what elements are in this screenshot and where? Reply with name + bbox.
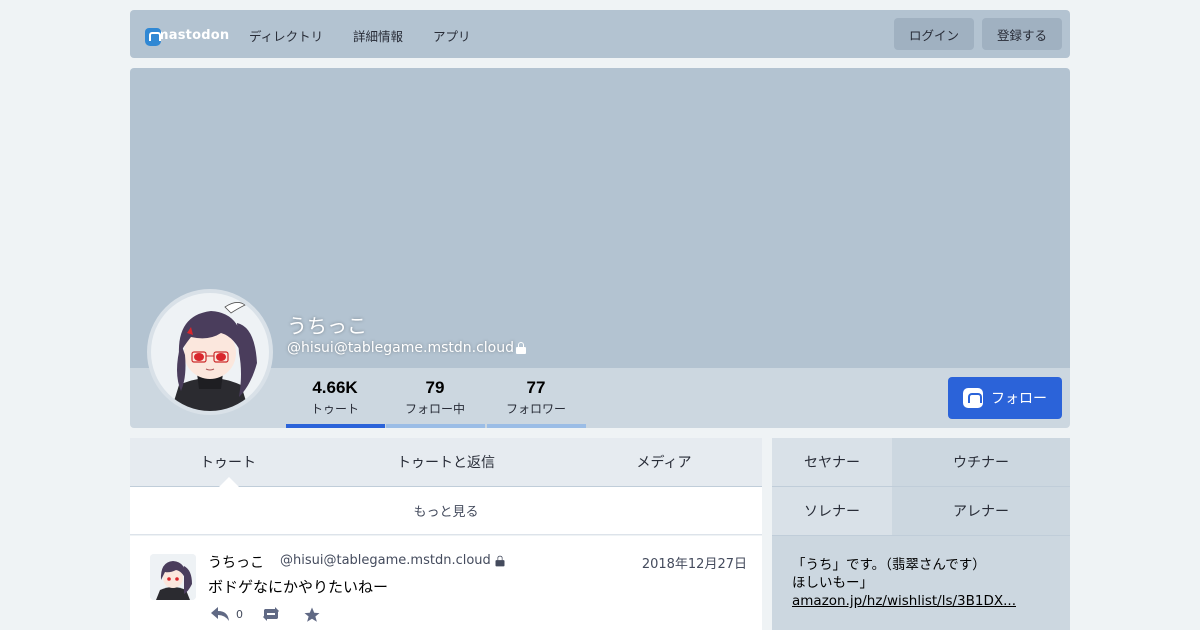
status-display-name[interactable]: うちっこ bbox=[208, 552, 264, 572]
boost-button[interactable] bbox=[261, 606, 281, 622]
bio-line: ほしいもー」 bbox=[792, 575, 873, 591]
lock-icon bbox=[495, 555, 505, 566]
counter-following-underline bbox=[386, 424, 485, 428]
profile-acct: @hisui@tablegame.mstdn.cloud bbox=[287, 340, 526, 356]
profile-bio: 「うち」です。（翡翠さんです） ほしいもー」 amazon.jp/hz/wish… bbox=[772, 536, 1070, 630]
profile-display-name: うちっこ bbox=[287, 314, 367, 338]
counter-toots-underline bbox=[286, 424, 385, 428]
profile-stats-bar bbox=[130, 368, 1070, 428]
star-icon bbox=[304, 607, 320, 622]
profile-acct-text: @hisui@tablegame.mstdn.cloud bbox=[287, 340, 514, 356]
tab-media[interactable]: メディア bbox=[566, 438, 762, 486]
profile-header-image bbox=[130, 68, 1070, 368]
status-acct[interactable]: @hisui@tablegame.mstdn.cloud bbox=[280, 553, 505, 568]
counter-followers-label: フォロワー bbox=[505, 402, 566, 416]
avatar-illustration bbox=[151, 293, 269, 411]
status-content: ボドゲなにかやりたいねー bbox=[208, 578, 389, 596]
counter-followers-value: 77 bbox=[526, 378, 546, 397]
load-more-button[interactable]: もっと見る bbox=[130, 487, 762, 535]
profile-field-value: アレナー bbox=[892, 487, 1070, 536]
profile-field-name: セヤナー bbox=[772, 438, 892, 487]
mastodon-logo[interactable]: mastodon bbox=[145, 24, 229, 46]
top-navigation-bar: mastodon ディレクトリ 詳細情報 アプリ ログイン 登録する bbox=[130, 10, 1070, 58]
mastodon-logo-icon bbox=[145, 28, 161, 46]
status-avatar-illustration bbox=[150, 554, 196, 600]
follow-button-label: フォロー bbox=[991, 391, 1047, 407]
counter-following-value: 79 bbox=[425, 378, 445, 397]
counter-toots[interactable]: 4.66K トゥート bbox=[285, 378, 385, 417]
counter-following-label: フォロー中 bbox=[404, 402, 465, 416]
counter-followers[interactable]: 77 フォロワー bbox=[486, 378, 586, 417]
bio-line: 「うち」です。（翡翠さんです） bbox=[792, 557, 986, 573]
boost-icon bbox=[263, 607, 279, 621]
nav-link-apps[interactable]: アプリ bbox=[433, 26, 471, 45]
profile-field-value: ウチナー bbox=[892, 438, 1070, 487]
counter-followers-underline bbox=[487, 424, 586, 428]
mastodon-icon bbox=[963, 388, 983, 408]
status-date[interactable]: 2018年12月27日 bbox=[642, 553, 747, 572]
favourite-button[interactable] bbox=[303, 606, 321, 624]
reply-icon bbox=[211, 607, 229, 621]
logo-text: mastodon bbox=[155, 27, 230, 43]
profile-field-name: ソレナー bbox=[772, 487, 892, 536]
status-avatar[interactable] bbox=[150, 554, 196, 600]
login-button[interactable]: ログイン bbox=[894, 18, 974, 50]
signup-button[interactable]: 登録する bbox=[982, 18, 1062, 50]
counter-toots-label: トゥート bbox=[310, 402, 359, 416]
nav-link-about[interactable]: 詳細情報 bbox=[353, 26, 403, 45]
active-tab-caret bbox=[219, 477, 239, 487]
lock-icon bbox=[516, 342, 526, 354]
reply-button[interactable]: 0 bbox=[210, 606, 243, 622]
tab-toots-and-replies[interactable]: トゥートと返信 bbox=[326, 438, 566, 486]
follow-button[interactable]: フォロー bbox=[948, 377, 1062, 419]
counter-toots-value: 4.66K bbox=[312, 378, 358, 397]
counter-following[interactable]: 79 フォロー中 bbox=[385, 378, 485, 417]
bio-wishlist-link[interactable]: amazon.jp/hz/wishlist/ls/3B1DX... bbox=[792, 592, 1050, 610]
reply-count: 0 bbox=[236, 607, 243, 621]
nav-link-directory[interactable]: ディレクトリ bbox=[249, 26, 323, 45]
status-item: うちっこ @hisui@tablegame.mstdn.cloud 2018年1… bbox=[130, 536, 762, 630]
status-acct-text: @hisui@tablegame.mstdn.cloud bbox=[280, 553, 491, 568]
profile-avatar[interactable] bbox=[147, 289, 273, 415]
